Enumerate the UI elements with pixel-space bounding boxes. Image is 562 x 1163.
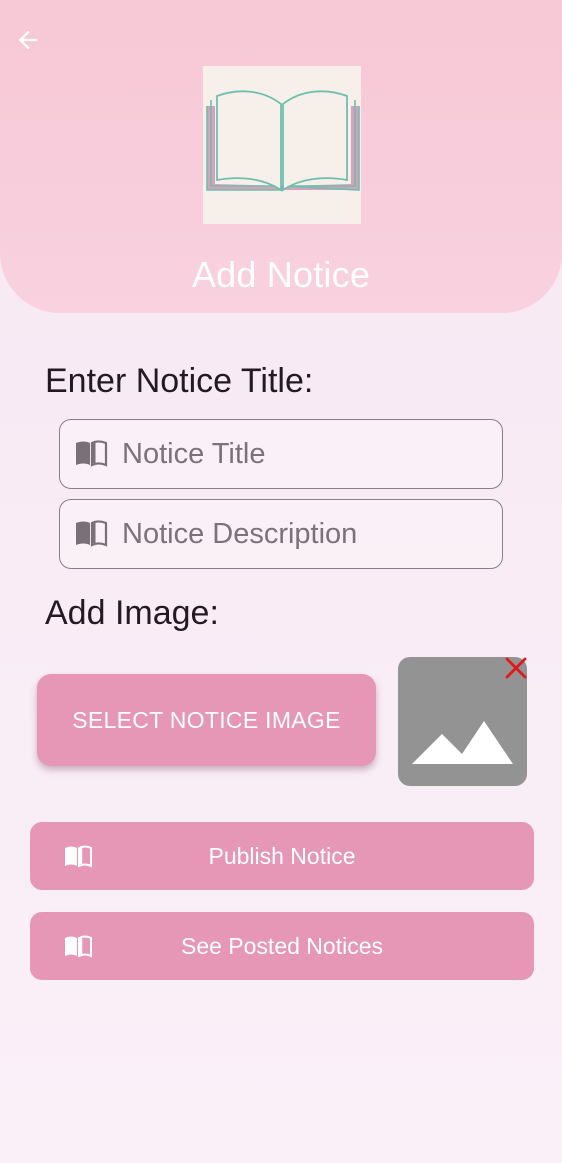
notice-description-field[interactable] xyxy=(59,499,503,569)
page-title: Add Notice xyxy=(191,254,371,295)
book-icon xyxy=(74,437,108,471)
see-posted-notices-button[interactable]: See Posted Notices xyxy=(30,912,534,980)
remove-image-button[interactable] xyxy=(504,656,528,680)
publish-notice-label: Publish Notice xyxy=(208,842,356,869)
open-book-icon xyxy=(206,90,360,192)
notice-title-field[interactable] xyxy=(59,419,503,489)
add-image-section-label: Add Image: xyxy=(45,594,219,632)
book-icon xyxy=(65,845,92,868)
notice-logo xyxy=(203,66,361,224)
notice-title-section-label: Enter Notice Title: xyxy=(45,362,314,400)
notice-description-input[interactable] xyxy=(122,517,472,551)
close-icon xyxy=(505,657,527,679)
arrow-left-icon xyxy=(18,30,38,50)
select-notice-image-button[interactable]: SELECT NOTICE IMAGE xyxy=(37,674,376,766)
notice-title-input[interactable] xyxy=(122,437,472,471)
back-button[interactable] xyxy=(12,24,44,56)
book-icon xyxy=(74,517,108,551)
see-posted-notices-label: See Posted Notices xyxy=(180,932,383,959)
header: Add Notice xyxy=(0,0,562,313)
book-icon xyxy=(65,935,92,958)
publish-notice-button[interactable]: Publish Notice xyxy=(30,822,534,890)
